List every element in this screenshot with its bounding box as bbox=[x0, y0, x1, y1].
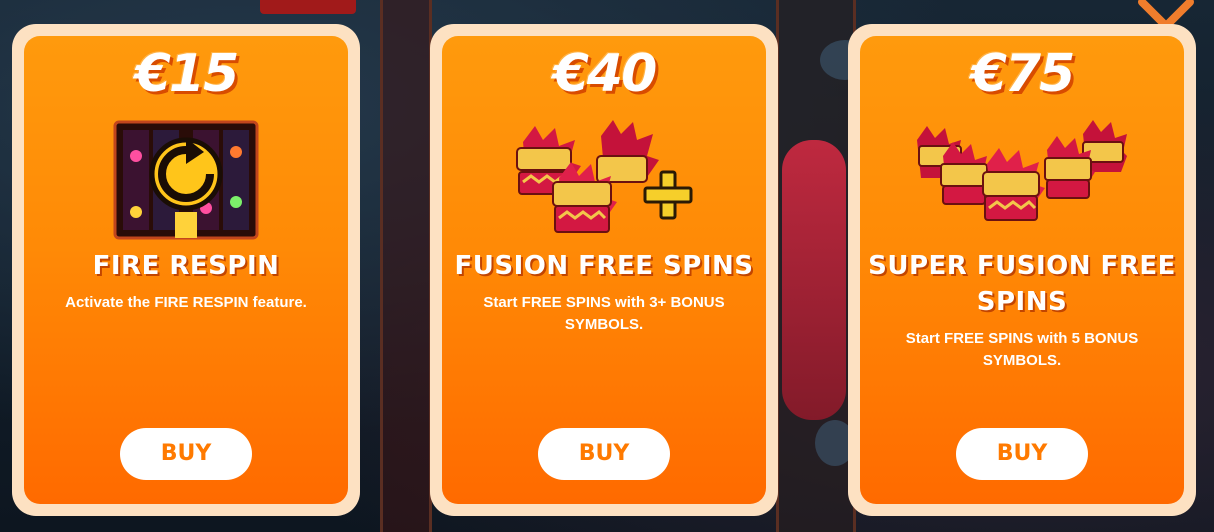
offer-title: SUPER FUSION FREE SPINS bbox=[868, 251, 1176, 317]
offer-price: €75 bbox=[970, 44, 1076, 104]
background-dragon bbox=[782, 140, 846, 420]
offer-card-fire-respin: €15 FIRE RESPIN Activate the FIRE RESPIN… bbox=[12, 24, 360, 516]
offer-description: Start FREE SPINS with 5 BONUS SYMBOLS. bbox=[905, 330, 1139, 369]
respin-icon bbox=[113, 120, 259, 240]
buy-button-super-fusion-free-spins[interactable]: BUY bbox=[956, 428, 1088, 480]
buy-button-fire-respin[interactable]: BUY bbox=[120, 428, 252, 480]
five-dragon-heads-icon bbox=[917, 120, 1127, 221]
offer-card-fusion-free-spins: €40 FUSION FREE SPINS Start FREE SPINS w… bbox=[430, 24, 778, 516]
offer-description: Activate the FIRE RESPIN feature. bbox=[65, 294, 307, 311]
offer-title: FIRE RESPIN bbox=[92, 251, 280, 281]
offer-description: Start FREE SPINS with 3+ BONUS SYMBOLS. bbox=[483, 294, 725, 333]
dragon-heads-plus-icon bbox=[516, 120, 693, 233]
background-reel bbox=[380, 0, 432, 532]
offer-art bbox=[860, 116, 1184, 240]
dragon-head-icon bbox=[596, 120, 659, 183]
offer-card-body: €40 FUSION FREE SPINS Start FREE SPINS w… bbox=[442, 36, 766, 504]
offer-price: €40 bbox=[552, 44, 658, 104]
offer-art bbox=[442, 116, 766, 240]
offer-card-body: €75 SUPER FUSION FREE SPINS Start FREE S… bbox=[860, 36, 1184, 504]
offer-art bbox=[24, 116, 348, 240]
plus-icon bbox=[643, 170, 693, 220]
background-sign bbox=[260, 0, 356, 14]
dragon-head-icon bbox=[982, 148, 1045, 221]
offer-title: FUSION FREE SPINS bbox=[454, 251, 754, 281]
offer-card-body: €15 FIRE RESPIN Activate the FIRE RESPIN… bbox=[24, 36, 348, 504]
offer-price: €15 bbox=[134, 44, 240, 104]
offer-card-super-fusion-free-spins: €75 SUPER FUSION FREE SPINS Start FREE S… bbox=[848, 24, 1196, 516]
buy-button-fusion-free-spins[interactable]: BUY bbox=[538, 428, 670, 480]
